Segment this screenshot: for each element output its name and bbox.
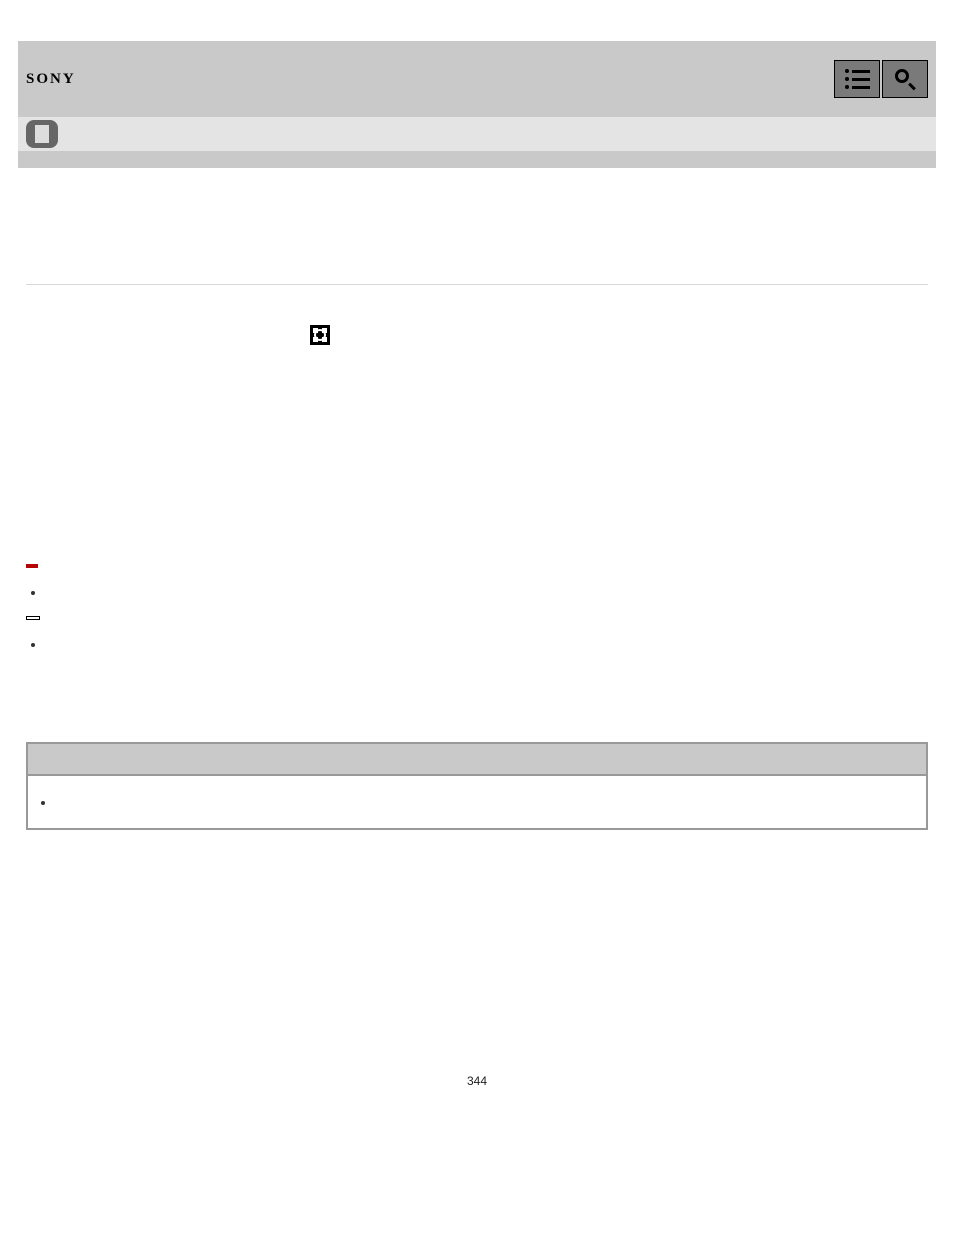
list-icon bbox=[845, 69, 870, 89]
note-item bbox=[56, 794, 912, 810]
option-item-2 bbox=[46, 635, 928, 656]
tabs-icon bbox=[26, 120, 58, 148]
search-button[interactable] bbox=[882, 60, 928, 98]
option-item-1 bbox=[46, 583, 928, 604]
page-header: SONY bbox=[18, 41, 936, 168]
note-table bbox=[26, 742, 928, 830]
divider bbox=[26, 284, 928, 285]
header-sub-bar bbox=[18, 117, 936, 151]
page-number: 344 bbox=[26, 1074, 928, 1088]
setup-icon-row bbox=[26, 325, 928, 345]
option-box-off bbox=[26, 616, 40, 620]
options-section bbox=[26, 555, 928, 656]
content-area: 344 bbox=[18, 168, 936, 1118]
option-badge-on bbox=[26, 564, 38, 568]
setup-icon bbox=[310, 325, 330, 345]
header-buttons bbox=[834, 60, 928, 98]
search-icon bbox=[895, 69, 915, 89]
note-body bbox=[27, 775, 927, 829]
brand-logo: SONY bbox=[26, 71, 76, 88]
menu-button[interactable] bbox=[834, 60, 880, 98]
note-heading bbox=[27, 743, 927, 775]
